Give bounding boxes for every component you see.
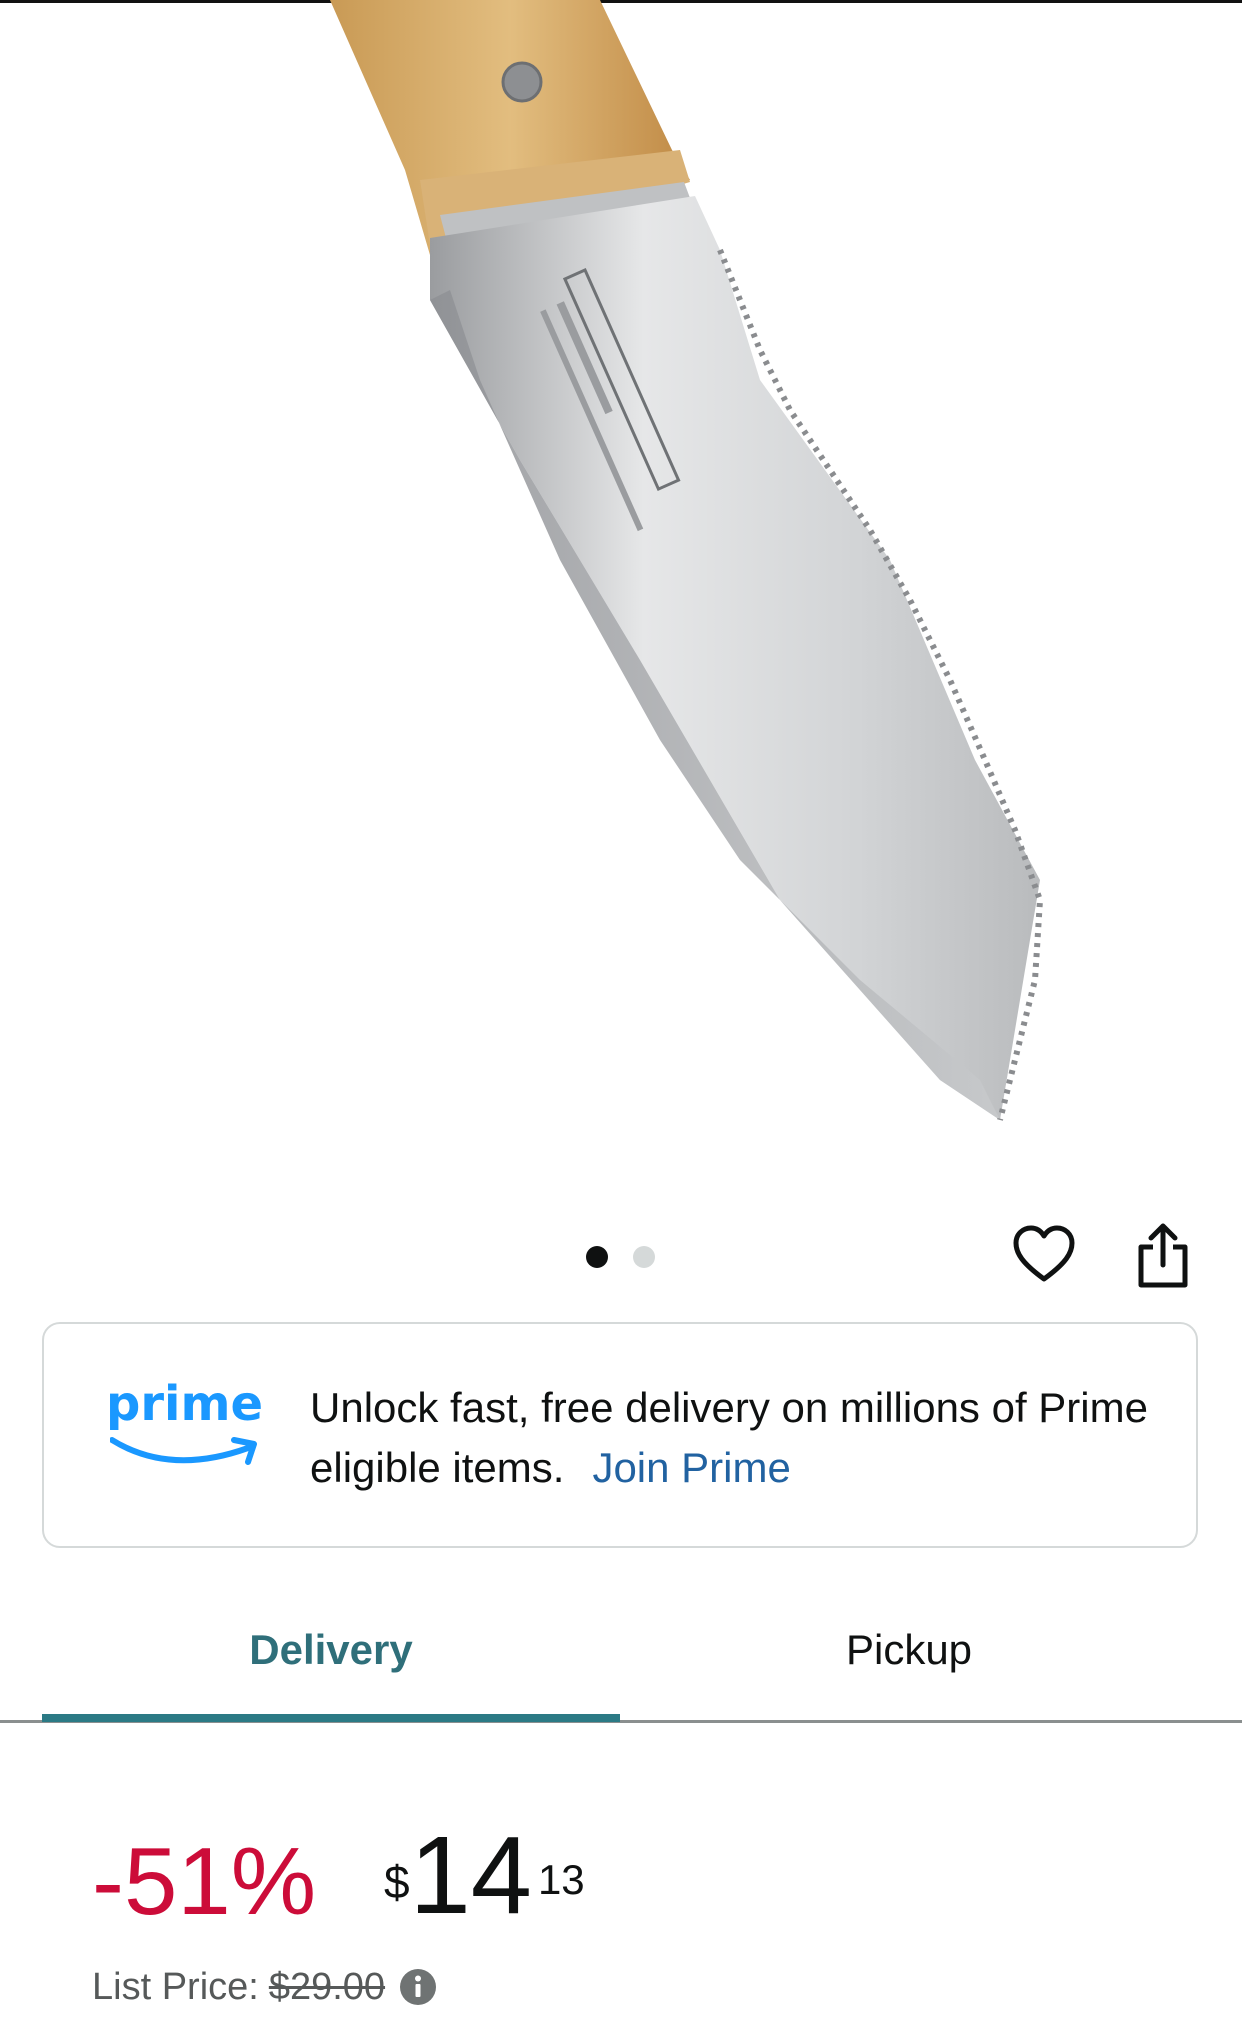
- carousel-dot-2[interactable]: [633, 1246, 655, 1268]
- price-fraction: 13: [537, 1856, 585, 1903]
- list-price: List Price: $29.00: [92, 1962, 437, 2012]
- list-price-value: $29.00: [268, 1966, 386, 2008]
- tab-delivery[interactable]: Delivery: [42, 1612, 620, 1688]
- price-currency: $: [384, 1856, 410, 1908]
- join-prime-link[interactable]: Join Prime: [592, 1444, 790, 1491]
- prime-message: Unlock fast, free delivery on millions o…: [310, 1378, 1170, 1498]
- knife-illustration: [330, 0, 1044, 1121]
- carousel-dot-1[interactable]: [586, 1246, 608, 1268]
- tab-selected-indicator: [42, 1714, 620, 1722]
- add-to-list-button[interactable]: [1010, 1222, 1078, 1286]
- discount-percent: -51%: [92, 1828, 317, 1935]
- share-icon: [1138, 1223, 1188, 1288]
- list-price-label: List Price:: [92, 1966, 259, 2008]
- info-icon[interactable]: [399, 1968, 437, 2006]
- share-button[interactable]: [1130, 1220, 1196, 1292]
- prime-smile-icon: [110, 1437, 257, 1465]
- tab-pickup[interactable]: Pickup: [620, 1612, 1198, 1688]
- heart-icon: [1013, 1225, 1075, 1282]
- product-image[interactable]: [0, 0, 1242, 1200]
- prime-banner: prime Unlock fast, free delivery on mill…: [42, 1322, 1198, 1548]
- price-whole: 14: [409, 1814, 532, 1937]
- price: $14 13: [384, 1821, 585, 1959]
- prime-logo: prime: [106, 1376, 266, 1476]
- prime-logo-text: prime: [106, 1376, 264, 1432]
